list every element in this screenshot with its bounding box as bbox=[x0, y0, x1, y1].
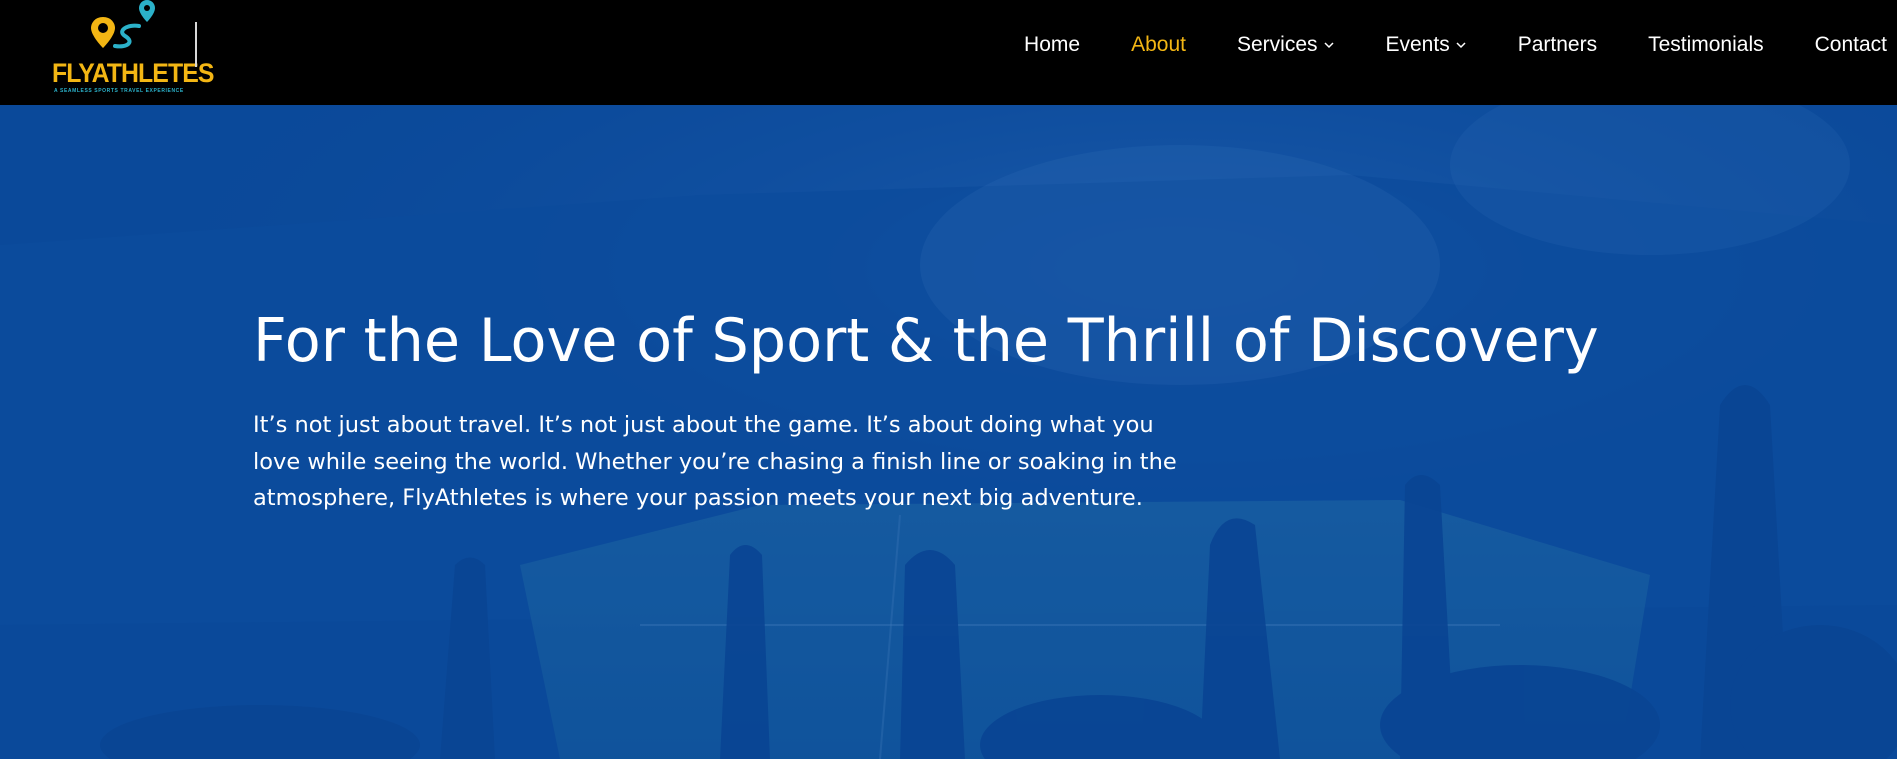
hero-section: For the Love of Sport & the Thrill of Di… bbox=[0, 105, 1897, 759]
nav-services[interactable]: Services bbox=[1237, 33, 1335, 57]
nav-events-label: Events bbox=[1385, 33, 1450, 56]
nav-events[interactable]: Events bbox=[1386, 33, 1467, 57]
nav-about-label: About bbox=[1131, 33, 1186, 56]
nav-testimonials-label: Testimonials bbox=[1648, 33, 1764, 56]
nav-contact-label: Contact bbox=[1814, 33, 1887, 56]
nav-partners[interactable]: Partners bbox=[1518, 33, 1597, 57]
page: FLYATHLETES A SEAMLESS SPORTS TRAVEL EXP… bbox=[0, 0, 1897, 759]
nav-testimonials[interactable]: Testimonials bbox=[1648, 33, 1764, 57]
main-nav: Home About Services Events Partners Test… bbox=[1024, 0, 1897, 90]
logo-wordmark: FLYATHLETES bbox=[52, 58, 214, 88]
nav-services-label: Services bbox=[1236, 33, 1318, 56]
nav-contact[interactable]: Contact bbox=[1815, 33, 1887, 57]
nav-about[interactable]: About bbox=[1131, 33, 1186, 57]
hero-description: It’s not just about travel. It’s not jus… bbox=[253, 412, 1177, 512]
nav-home-label: Home bbox=[1024, 33, 1081, 56]
logo-tagline: A SEAMLESS SPORTS TRAVEL EXPERIENCE bbox=[54, 88, 184, 94]
nav-home[interactable]: Home bbox=[1024, 33, 1080, 57]
chevron-down-icon bbox=[1456, 42, 1466, 49]
hero-title: For the Love of Sport & the Thrill of Di… bbox=[253, 306, 1599, 376]
chevron-down-icon bbox=[1323, 42, 1334, 49]
location-pins-icon bbox=[91, 0, 155, 49]
nav-partners-label: Partners bbox=[1517, 33, 1598, 56]
site-header: FLYATHLETES A SEAMLESS SPORTS TRAVEL EXP… bbox=[0, 0, 1897, 105]
site-logo[interactable]: FLYATHLETES A SEAMLESS SPORTS TRAVEL EXP… bbox=[52, 0, 214, 100]
logo-divider bbox=[195, 22, 197, 67]
